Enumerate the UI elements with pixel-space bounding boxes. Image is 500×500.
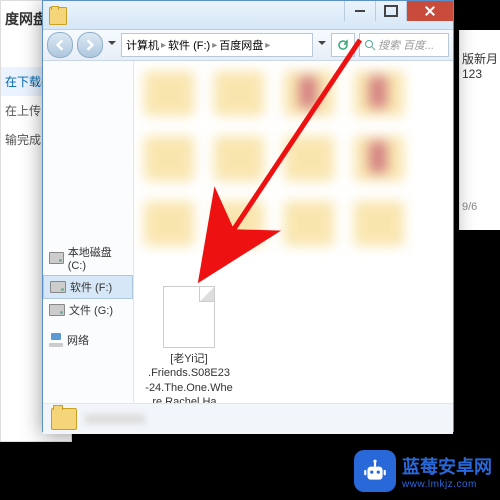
statusbar: [43, 403, 453, 434]
tree-label: 软件 (F:): [70, 279, 112, 295]
titlebar[interactable]: [43, 1, 453, 30]
watermark-url: www.lmkjz.com: [402, 479, 492, 490]
tree-label: 网络: [67, 332, 89, 348]
file-pane[interactable]: [老Yi记] .Friends.S08E23 -24.The.One.Whe r…: [134, 61, 453, 403]
maximize-button[interactable]: [375, 1, 406, 21]
content-area: 本地磁盘 (C:) 软件 (F:) 文件 (G:) 网络: [43, 61, 453, 403]
network-icon: [49, 333, 63, 347]
chevron-right-icon[interactable]: ▸: [265, 40, 270, 51]
breadcrumb-dropdown-icon[interactable]: [317, 35, 327, 55]
close-button[interactable]: [406, 1, 453, 21]
disk-icon: [50, 281, 66, 293]
file-name: [老Yi记] .Friends.S08E23 -24.The.One.Whe r…: [144, 352, 234, 403]
disk-icon: [49, 304, 65, 316]
history-dropdown-icon[interactable]: [107, 35, 117, 55]
tree-item-disk-f[interactable]: 软件 (F:): [43, 275, 133, 299]
tree-item-disk-c[interactable]: 本地磁盘 (C:): [43, 241, 133, 275]
watermark-robot-icon: [354, 450, 396, 492]
tree-label: 文件 (G:): [69, 302, 113, 318]
search-icon: [364, 39, 376, 51]
breadcrumb-item[interactable]: 计算机: [126, 37, 159, 53]
tree-item-network[interactable]: 网络: [43, 329, 133, 351]
tree-label: 本地磁盘 (C:): [68, 244, 127, 272]
search-input[interactable]: 搜索 百度...: [359, 33, 449, 57]
explorer-window: 计算机 ▸ 软件 (F:) ▸ 百度网盘 ▸ 搜索 百度... 本地磁盘 (C:…: [42, 0, 454, 432]
search-placeholder: 搜索 百度...: [378, 37, 434, 53]
file-icon: [163, 286, 215, 348]
refresh-button[interactable]: [331, 33, 355, 57]
folder-icon: [51, 408, 77, 430]
navbar: 计算机 ▸ 软件 (F:) ▸ 百度网盘 ▸ 搜索 百度...: [43, 30, 453, 61]
chevron-right-icon[interactable]: ▸: [161, 40, 166, 51]
bg-right-panel: 版新月123 9/6: [459, 30, 500, 230]
tree-item-disk-g[interactable]: 文件 (G:): [43, 299, 133, 321]
breadcrumb-item[interactable]: 百度网盘: [219, 37, 263, 53]
forward-button[interactable]: [77, 32, 103, 58]
disk-icon: [49, 252, 64, 264]
bg-right-date: 9/6: [460, 101, 500, 313]
minimize-button[interactable]: [344, 1, 375, 21]
watermark-title: 蓝莓安卓网: [402, 457, 492, 477]
bg-right-text: 版新月123: [460, 30, 500, 101]
breadcrumb[interactable]: 计算机 ▸ 软件 (F:) ▸ 百度网盘 ▸: [121, 33, 313, 57]
folder-icon: [49, 7, 67, 25]
window-buttons: [344, 1, 453, 21]
blurred-folders: [134, 61, 453, 256]
status-text-blurred: [85, 414, 145, 424]
chevron-right-icon[interactable]: ▸: [212, 40, 217, 51]
sidebar-tree: 本地磁盘 (C:) 软件 (F:) 文件 (G:) 网络: [43, 61, 134, 403]
watermark: 蓝莓安卓网 www.lmkjz.com: [354, 450, 492, 492]
file-item[interactable]: [老Yi记] .Friends.S08E23 -24.The.One.Whe r…: [144, 286, 234, 403]
breadcrumb-item[interactable]: 软件 (F:): [168, 37, 210, 53]
back-button[interactable]: [47, 32, 73, 58]
